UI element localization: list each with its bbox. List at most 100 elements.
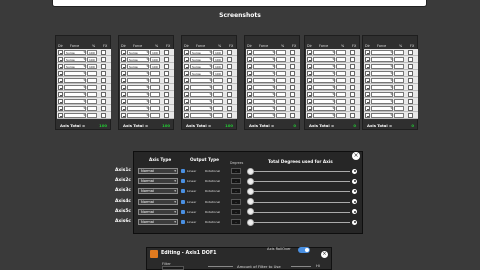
percent-input[interactable] xyxy=(276,64,286,69)
degrees-slider-handle[interactable] xyxy=(247,187,254,195)
linear-checkbox[interactable] xyxy=(181,199,185,204)
degrees-input[interactable]: - xyxy=(231,188,241,195)
direction-toggle[interactable] xyxy=(307,99,312,104)
close-icon[interactable]: × xyxy=(321,251,328,258)
fx-checkbox[interactable] xyxy=(227,50,232,55)
force-select[interactable] xyxy=(253,78,275,83)
percent-input[interactable] xyxy=(336,92,346,97)
direction-toggle[interactable] xyxy=(58,50,63,55)
percent-input[interactable] xyxy=(276,92,286,97)
fx-checkbox[interactable] xyxy=(101,64,106,69)
percent-input[interactable] xyxy=(87,71,97,76)
direction-toggle[interactable] xyxy=(58,92,63,97)
direction-toggle[interactable] xyxy=(247,71,252,76)
force-select[interactable] xyxy=(64,106,86,111)
direction-toggle[interactable] xyxy=(307,106,312,111)
direction-toggle[interactable] xyxy=(58,113,63,118)
fx-checkbox[interactable] xyxy=(290,78,295,83)
fx-checkbox[interactable] xyxy=(164,106,169,111)
percent-input[interactable] xyxy=(276,113,286,118)
fx-checkbox[interactable] xyxy=(350,99,355,104)
fx-checkbox[interactable] xyxy=(101,92,106,97)
axis-type-select[interactable]: Normal xyxy=(138,219,178,225)
percent-input[interactable] xyxy=(394,50,404,55)
axis-type-select[interactable]: Normal xyxy=(138,188,178,195)
force-select[interactable] xyxy=(371,57,393,62)
percent-input[interactable] xyxy=(150,113,160,118)
force-select[interactable] xyxy=(127,85,149,90)
direction-toggle[interactable] xyxy=(365,85,370,90)
direction-toggle[interactable] xyxy=(58,78,63,83)
force-select[interactable] xyxy=(253,71,275,76)
fx-checkbox[interactable] xyxy=(350,64,355,69)
force-select[interactable]: Surge xyxy=(190,71,212,76)
percent-input[interactable] xyxy=(336,85,346,90)
linear-checkbox[interactable] xyxy=(181,220,185,224)
percent-input[interactable] xyxy=(336,50,346,55)
percent-input[interactable] xyxy=(394,57,404,62)
fx-checkbox[interactable] xyxy=(227,99,232,104)
linear-checkbox[interactable] xyxy=(181,169,185,173)
fx-checkbox[interactable] xyxy=(164,92,169,97)
force-select[interactable] xyxy=(313,78,335,83)
axis-type-select[interactable]: Normal xyxy=(138,198,178,205)
percent-input[interactable] xyxy=(276,78,286,83)
percent-input[interactable] xyxy=(276,50,286,55)
fx-checkbox[interactable] xyxy=(164,50,169,55)
direction-toggle[interactable] xyxy=(365,57,370,62)
direction-toggle[interactable] xyxy=(247,64,252,69)
fx-checkbox[interactable] xyxy=(290,85,295,90)
direction-toggle[interactable] xyxy=(121,106,126,111)
fx-checkbox[interactable] xyxy=(290,99,295,104)
direction-toggle[interactable] xyxy=(365,92,370,97)
force-select[interactable] xyxy=(64,78,86,83)
percent-input[interactable] xyxy=(150,78,160,83)
fx-checkbox[interactable] xyxy=(101,106,106,111)
fx-checkbox[interactable] xyxy=(101,113,106,118)
direction-toggle[interactable] xyxy=(247,78,252,83)
direction-toggle[interactable] xyxy=(184,64,189,69)
direction-toggle[interactable] xyxy=(184,85,189,90)
force-select[interactable] xyxy=(64,92,86,97)
degrees-slider-handle[interactable] xyxy=(247,208,254,216)
force-select[interactable] xyxy=(190,106,212,111)
force-select[interactable] xyxy=(253,106,275,111)
percent-input[interactable]: 100 xyxy=(87,57,97,62)
percent-input[interactable] xyxy=(213,85,223,90)
force-select[interactable] xyxy=(190,85,212,90)
percent-input[interactable] xyxy=(336,99,346,104)
force-select[interactable] xyxy=(253,92,275,97)
force-select[interactable] xyxy=(127,92,149,97)
direction-toggle[interactable] xyxy=(247,113,252,118)
force-select[interactable] xyxy=(127,78,149,83)
direction-toggle[interactable] xyxy=(307,71,312,76)
percent-input[interactable] xyxy=(213,113,223,118)
force-select[interactable] xyxy=(127,106,149,111)
direction-toggle[interactable] xyxy=(365,78,370,83)
force-select[interactable] xyxy=(253,99,275,104)
direction-toggle[interactable] xyxy=(247,85,252,90)
force-select[interactable] xyxy=(190,99,212,104)
fx-checkbox[interactable] xyxy=(101,57,106,62)
fx-checkbox[interactable] xyxy=(164,57,169,62)
direction-toggle[interactable] xyxy=(184,57,189,62)
percent-input[interactable]: 100 xyxy=(213,57,223,62)
force-select[interactable] xyxy=(371,50,393,55)
rollover-toggle[interactable] xyxy=(298,247,310,253)
fx-checkbox[interactable] xyxy=(227,113,232,118)
direction-toggle[interactable] xyxy=(58,99,63,104)
linear-checkbox[interactable] xyxy=(181,179,185,184)
percent-input[interactable] xyxy=(150,85,160,90)
fx-checkbox[interactable] xyxy=(350,50,355,55)
degrees-input[interactable]: - xyxy=(231,198,241,205)
fx-checkbox[interactable] xyxy=(227,92,232,97)
percent-input[interactable] xyxy=(87,78,97,83)
direction-toggle[interactable] xyxy=(365,64,370,69)
direction-toggle[interactable] xyxy=(247,50,252,55)
percent-input[interactable] xyxy=(150,99,160,104)
percent-input[interactable] xyxy=(336,106,346,111)
axis-type-select[interactable]: Normal xyxy=(138,178,178,185)
percent-input[interactable] xyxy=(394,99,404,104)
direction-toggle[interactable] xyxy=(307,64,312,69)
fx-checkbox[interactable] xyxy=(290,64,295,69)
